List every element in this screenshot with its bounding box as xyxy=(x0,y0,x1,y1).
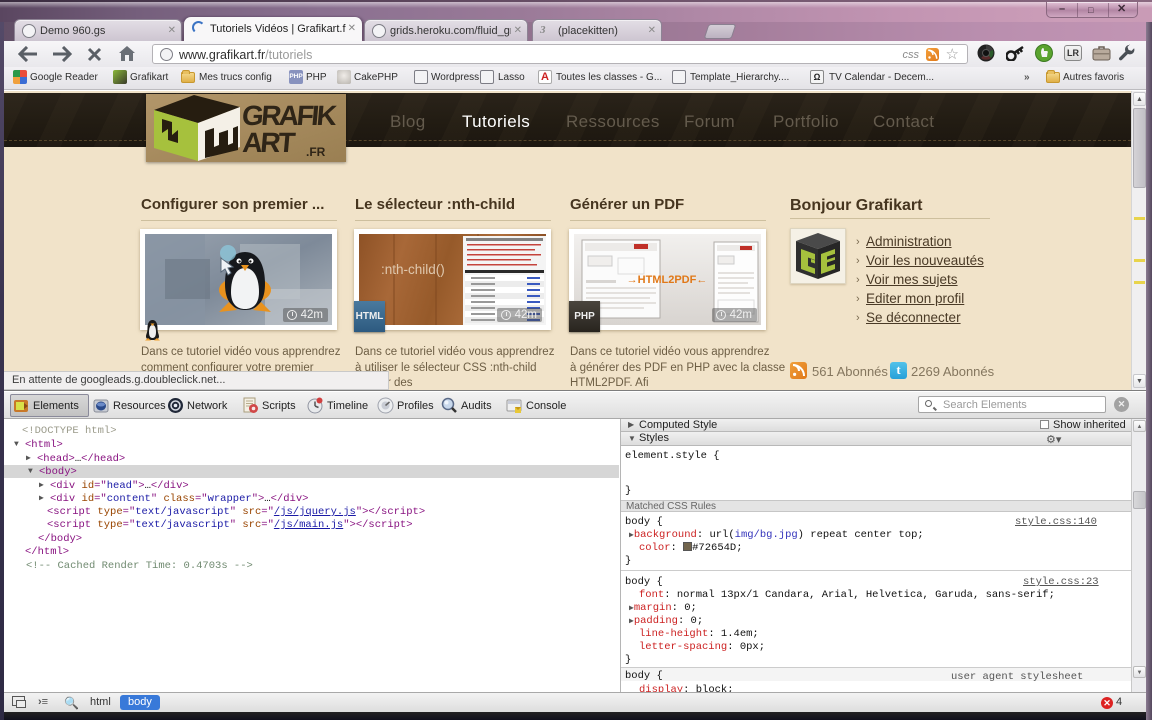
svg-text:→HTML2PDF←: →HTML2PDF← xyxy=(627,274,708,286)
svg-text:ART: ART xyxy=(241,127,296,158)
svg-text::nth-child(): :nth-child() xyxy=(381,262,445,277)
svg-text:.FR: .FR xyxy=(306,145,326,159)
